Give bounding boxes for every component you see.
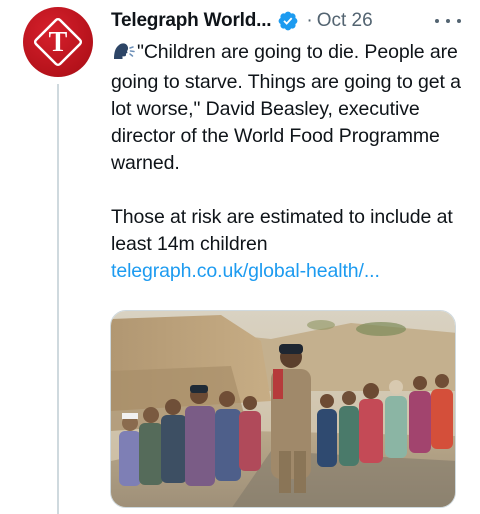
tweet-photo[interactable]	[110, 310, 456, 508]
photo-children-walking	[111, 311, 455, 507]
avatar[interactable]: T	[23, 7, 93, 77]
tweet-paragraph-1-container: "Children are going to die. People are g…	[111, 39, 471, 177]
telegraph-logo-icon: T	[33, 17, 83, 67]
separator-dot: ·	[306, 10, 313, 31]
speaking-head-emoji-icon	[111, 39, 135, 69]
tweet-paragraph-2: Those at risk are estimated to include a…	[111, 206, 453, 255]
thread-line	[57, 84, 59, 514]
tweet-date[interactable]: Oct 26	[317, 10, 373, 32]
article-link[interactable]: telegraph.co.uk/global-health/...	[111, 260, 380, 282]
avatar-letter: T	[49, 27, 68, 58]
tweet-paragraph-1: "Children are going to die. People are g…	[111, 41, 461, 174]
more-options-icon[interactable]	[435, 12, 461, 30]
tweet-text: "Children are going to die. People are g…	[111, 39, 471, 285]
verified-badge-icon	[277, 10, 299, 32]
tweet-header: Telegraph World... · Oct 26	[111, 8, 461, 34]
author-name[interactable]: Telegraph World...	[111, 10, 272, 32]
